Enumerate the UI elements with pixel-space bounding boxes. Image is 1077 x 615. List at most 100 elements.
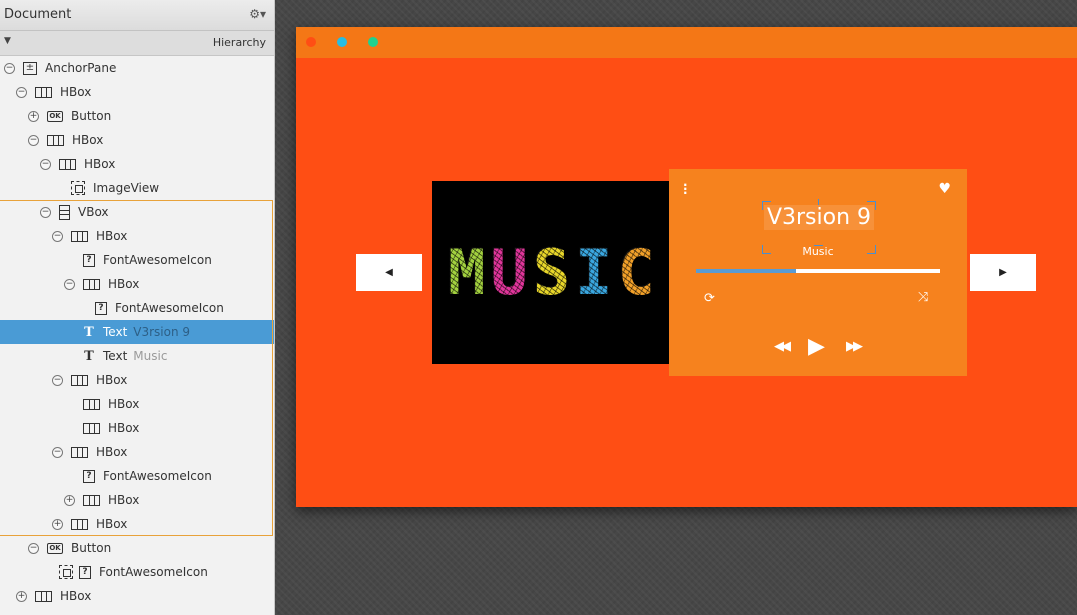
selection-handle[interactable] bbox=[867, 201, 876, 210]
tree-row[interactable]: + HBox bbox=[0, 512, 274, 536]
hbox-icon bbox=[83, 398, 100, 410]
minimize-dot[interactable] bbox=[337, 37, 347, 47]
node-type-label: HBox bbox=[108, 397, 140, 411]
hbox-icon bbox=[71, 374, 88, 386]
collapse-icon[interactable]: − bbox=[4, 62, 15, 74]
hierarchy-title: Hierarchy bbox=[212, 36, 266, 49]
tree-row[interactable]: T Text Music bbox=[0, 344, 274, 368]
progress-fill bbox=[696, 269, 797, 273]
toggle-spacer bbox=[64, 399, 75, 410]
toggle-spacer bbox=[52, 183, 63, 194]
selection-handle[interactable] bbox=[818, 199, 819, 205]
tree-row[interactable]: T Text V3rsion 9 bbox=[0, 320, 274, 344]
tree-row[interactable]: + OK Button bbox=[0, 104, 274, 128]
button-icon: OK bbox=[47, 110, 63, 122]
maximize-dot[interactable] bbox=[368, 37, 378, 47]
hbox-icon bbox=[83, 494, 100, 506]
tree-row[interactable]: − HBox bbox=[0, 368, 274, 392]
node-type-label: Button bbox=[71, 541, 112, 555]
hbox-icon bbox=[71, 518, 88, 530]
document-title: Document bbox=[4, 7, 72, 22]
vbox-icon bbox=[59, 204, 70, 220]
player-panel: · · · ♥ V3rsion 9 Music ⟳ ⤨ ◀◀ ▶ ▶▶ bbox=[669, 169, 967, 376]
node-type-label: HBox bbox=[96, 445, 128, 459]
tree-row[interactable]: HBox bbox=[0, 392, 274, 416]
expand-icon[interactable]: + bbox=[64, 494, 75, 506]
collapse-icon[interactable]: − bbox=[52, 446, 63, 458]
repeat-icon[interactable]: ⟳ bbox=[704, 291, 715, 306]
button-icon: OK bbox=[47, 542, 63, 554]
tree-row[interactable]: − VBox bbox=[0, 200, 274, 224]
node-type-label: HBox bbox=[84, 157, 116, 171]
tree-row[interactable]: − HBox bbox=[0, 152, 274, 176]
tree-row[interactable]: − HBox bbox=[0, 80, 274, 104]
tree-row[interactable]: + HBox bbox=[0, 584, 274, 608]
tree-row[interactable]: ? FontAwesomeIcon bbox=[0, 560, 274, 584]
shuffle-icon[interactable]: ⤨ bbox=[918, 290, 928, 305]
tree-row[interactable]: − HBox bbox=[0, 440, 274, 464]
collapse-icon[interactable]: − bbox=[16, 86, 27, 98]
collapse-icon[interactable]: − bbox=[52, 230, 63, 242]
song-artist: Music bbox=[802, 245, 834, 258]
backward-icon[interactable]: ◀◀ bbox=[774, 339, 791, 354]
close-dot[interactable] bbox=[306, 37, 316, 47]
tree-row[interactable]: ? FontAwesomeIcon bbox=[0, 248, 274, 272]
album-art-word: MUSIC bbox=[448, 241, 660, 304]
caret-right-icon: ▶ bbox=[999, 267, 1007, 278]
play-icon[interactable]: ▶ bbox=[808, 334, 825, 359]
playback-controls: ◀◀ ▶ ▶▶ bbox=[669, 334, 967, 360]
ellipsis-vertical-icon[interactable]: · · · bbox=[683, 179, 688, 199]
progress-bar[interactable] bbox=[696, 269, 940, 273]
tree-row[interactable]: ? FontAwesomeIcon bbox=[0, 296, 274, 320]
collapse-icon[interactable]: − bbox=[40, 206, 51, 218]
album-art-letter: C bbox=[617, 235, 660, 309]
forward-icon[interactable]: ▶▶ bbox=[846, 339, 863, 354]
node-type-label: HBox bbox=[72, 133, 104, 147]
text-icon: T bbox=[84, 324, 94, 340]
hbox-icon bbox=[71, 230, 88, 242]
tree-row[interactable]: − HBox bbox=[0, 224, 274, 248]
heart-icon[interactable]: ♥ bbox=[938, 181, 951, 197]
next-button[interactable]: ▶ bbox=[970, 254, 1036, 291]
collapse-icon[interactable]: − bbox=[28, 542, 39, 554]
toggle-spacer bbox=[64, 327, 75, 338]
collapse-icon[interactable]: − bbox=[40, 158, 51, 170]
song-title-selection: V3rsion 9 bbox=[762, 199, 876, 254]
selection-handle[interactable] bbox=[762, 201, 771, 210]
unknown-node-icon: ? bbox=[83, 469, 95, 483]
expand-icon[interactable]: + bbox=[16, 590, 27, 602]
collapse-arrow-icon[interactable]: ▼ bbox=[4, 36, 11, 46]
tree-row[interactable]: − ± AnchorPane bbox=[0, 56, 274, 80]
hbox-icon bbox=[71, 446, 88, 458]
toggle-spacer bbox=[64, 255, 75, 266]
song-title[interactable]: V3rsion 9 bbox=[764, 205, 874, 230]
collapse-icon[interactable]: − bbox=[52, 374, 63, 386]
node-type-label: FontAwesomeIcon bbox=[115, 301, 224, 315]
tree-row[interactable]: + HBox bbox=[0, 488, 274, 512]
album-art-letter: U bbox=[490, 235, 533, 309]
album-art-letter: I bbox=[575, 235, 618, 309]
previous-button[interactable]: ◀ bbox=[356, 254, 422, 291]
expand-icon[interactable]: + bbox=[28, 110, 39, 122]
gear-icon[interactable]: ⚙▾ bbox=[249, 7, 266, 21]
expand-icon[interactable]: + bbox=[52, 518, 63, 530]
tree-row[interactable]: − HBox bbox=[0, 272, 274, 296]
tree-row[interactable]: ImageView bbox=[0, 176, 274, 200]
node-type-label: HBox bbox=[60, 85, 92, 99]
collapse-icon[interactable]: − bbox=[64, 278, 75, 290]
hierarchy-header[interactable]: ▼ Hierarchy bbox=[0, 31, 274, 56]
tree-row[interactable]: ? FontAwesomeIcon bbox=[0, 464, 274, 488]
tree-row[interactable]: HBox bbox=[0, 416, 274, 440]
window-titlebar[interactable] bbox=[296, 27, 1077, 58]
node-type-label: ImageView bbox=[93, 181, 160, 195]
text-icon: T bbox=[84, 348, 94, 364]
collapse-icon[interactable]: − bbox=[28, 134, 39, 146]
toggle-spacer bbox=[64, 351, 75, 362]
node-type-label: AnchorPane bbox=[45, 61, 117, 75]
toggle-spacer bbox=[64, 423, 75, 434]
node-type-label: FontAwesomeIcon bbox=[103, 253, 212, 267]
tree-row[interactable]: − HBox bbox=[0, 128, 274, 152]
node-type-label: HBox bbox=[108, 493, 140, 507]
tree-row[interactable]: − OK Button bbox=[0, 536, 274, 560]
hbox-icon bbox=[83, 278, 100, 290]
